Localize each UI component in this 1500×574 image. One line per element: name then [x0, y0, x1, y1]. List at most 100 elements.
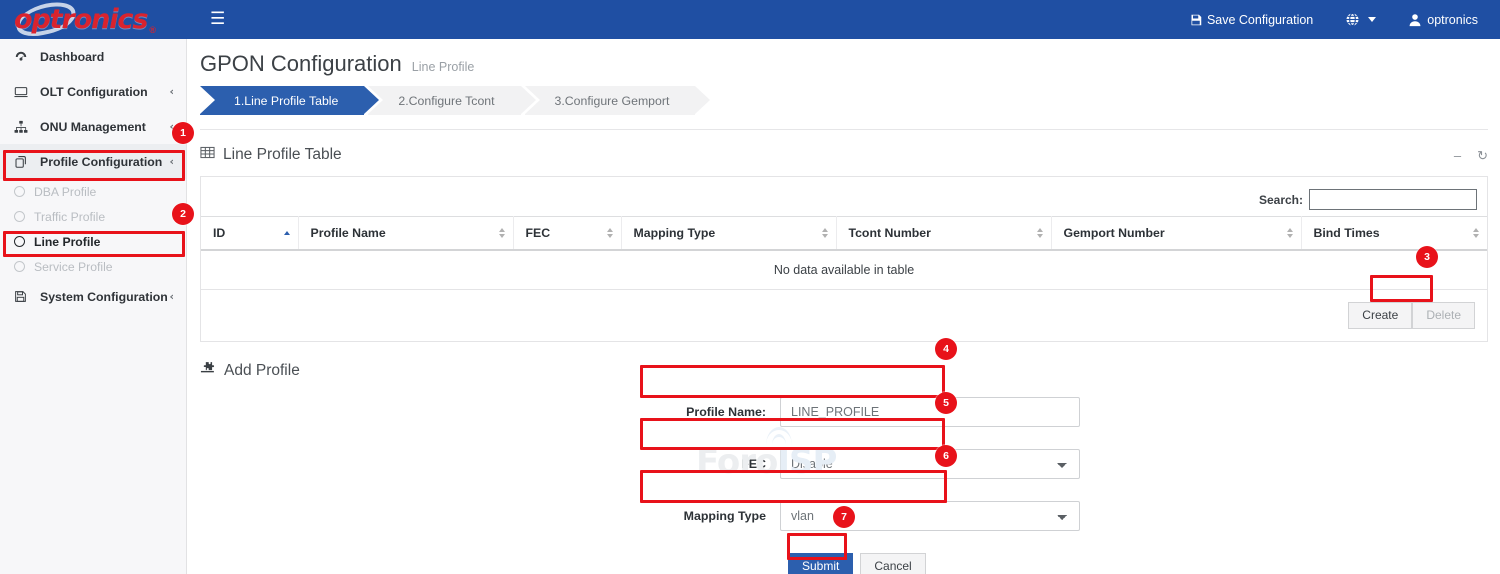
sidebar-item-service-profile[interactable]: Service Profile [0, 254, 186, 279]
sort-icon [1287, 228, 1293, 238]
brand-logo[interactable]: optronics ® [0, 0, 187, 39]
step-label: 3.Configure Gemport [555, 94, 670, 108]
step-line-profile-table[interactable]: 1.Line Profile Table [200, 86, 364, 115]
globe-icon [1345, 12, 1360, 27]
fec-select[interactable]: Disable [780, 449, 1080, 479]
submit-button[interactable]: Submit [788, 553, 853, 574]
annotation-badge-3: 3 [1416, 246, 1438, 268]
monitor-icon [14, 85, 32, 99]
sidebar-item-label: System Configuration [40, 290, 168, 304]
user-icon [1408, 13, 1422, 27]
panel-tools: – ↻ [1454, 149, 1488, 162]
chevron-down-icon [1368, 17, 1376, 22]
search-label: Search: [1259, 193, 1303, 207]
table-icon [200, 145, 215, 165]
create-button[interactable]: Create [1348, 302, 1412, 329]
column-label: Gemport Number [1064, 226, 1165, 240]
language-selector[interactable] [1329, 0, 1392, 39]
cancel-button[interactable]: Cancel [860, 553, 925, 574]
chevron-left-icon: ‹ [169, 290, 174, 303]
line-profile-table-card: ForoISP Search: ID [200, 176, 1488, 342]
refresh-icon[interactable]: ↻ [1477, 149, 1488, 162]
annotation-badge-7: 7 [833, 506, 855, 528]
sidebar-item-dba-profile[interactable]: DBA Profile [0, 179, 186, 204]
table-body: No data available in table [201, 250, 1487, 290]
sidebar-item-onu-management[interactable]: ONU Management ‹ [0, 109, 186, 144]
column-header-id[interactable]: ID [201, 217, 298, 251]
circle-icon [14, 261, 25, 272]
hamburger-icon[interactable]: ☰ [204, 7, 231, 32]
page-subtitle: Line Profile [412, 60, 475, 74]
profile-name-input[interactable] [780, 397, 1080, 427]
column-header-bind-times[interactable]: Bind Times [1301, 217, 1487, 251]
logo-text: optronics [14, 6, 147, 33]
table-header: ID Profile Name FEC [201, 217, 1487, 251]
column-header-mapping-type[interactable]: Mapping Type [621, 217, 836, 251]
sidebar: Dashboard OLT Configuration ‹ [0, 39, 187, 574]
registered-mark-icon: ® [149, 25, 156, 35]
save-configuration-button[interactable]: Save Configuration [1174, 0, 1329, 39]
form-row-profile-name: Profile Name: [188, 397, 1500, 427]
chevron-left-icon: ‹ [169, 155, 174, 168]
sidebar-item-system-configuration[interactable]: System Configuration ‹ [0, 279, 186, 314]
save-configuration-label: Save Configuration [1207, 13, 1313, 27]
column-label: Mapping Type [634, 226, 716, 240]
empty-message: No data available in table [201, 250, 1487, 290]
column-header-profile-name[interactable]: Profile Name [298, 217, 513, 251]
table-panel-title-group: Line Profile Table [200, 145, 342, 165]
step-label: 1.Line Profile Table [234, 94, 338, 108]
search-input[interactable] [1309, 189, 1477, 210]
sidebar-item-traffic-profile[interactable]: Traffic Profile [0, 204, 186, 229]
fec-label: FEC [188, 457, 780, 471]
step-configure-tcont[interactable]: 2.Configure Tcont [368, 86, 520, 115]
mapping-type-label: Mapping Type [188, 509, 780, 523]
mapping-type-select[interactable]: vlan [780, 501, 1080, 531]
fec-control: Disable [780, 449, 1080, 479]
app-root: optronics ® ☰ Save Configuration [0, 0, 1500, 574]
sort-icon [822, 228, 828, 238]
sidebar-item-profile-configuration[interactable]: Profile Configuration ‹ [0, 144, 186, 179]
delete-button[interactable]: Delete [1412, 302, 1475, 329]
sidebar-item-dashboard[interactable]: Dashboard [0, 39, 186, 74]
circle-icon [14, 236, 25, 247]
column-label: ID [213, 226, 225, 240]
column-header-gemport-number[interactable]: Gemport Number [1051, 217, 1301, 251]
profile-name-label: Profile Name: [188, 405, 780, 419]
column-label: Tcont Number [849, 226, 931, 240]
table-panel-title: Line Profile Table [223, 146, 342, 164]
circle-icon [14, 186, 25, 197]
wizard-stepper: 1.Line Profile Table 2.Configure Tcont 3… [200, 86, 1500, 115]
annotation-badge-6: 6 [935, 445, 957, 467]
sidebar-item-label: Profile Configuration [40, 155, 162, 169]
table-actions: Create Delete [201, 290, 1487, 341]
add-profile-header: Add Profile [200, 361, 1500, 381]
add-profile-title: Add Profile [224, 362, 300, 380]
sidebar-item-olt-configuration[interactable]: OLT Configuration ‹ [0, 74, 186, 109]
form-row-fec: FEC Disable [188, 449, 1500, 479]
user-menu[interactable]: optronics [1392, 0, 1500, 39]
minus-icon[interactable]: – [1454, 149, 1461, 162]
table-empty-row: No data available in table [201, 250, 1487, 290]
topbar-right-group: Save Configuration [1174, 0, 1500, 39]
page-header: GPON Configuration Line Profile [188, 39, 1500, 77]
sort-icon [1473, 228, 1479, 238]
dashboard-icon [14, 50, 32, 64]
step-configure-gemport[interactable]: 3.Configure Gemport [525, 86, 696, 115]
column-header-fec[interactable]: FEC [513, 217, 621, 251]
step-label: 2.Configure Tcont [398, 94, 494, 108]
column-label: FEC [526, 226, 551, 240]
column-header-tcont-number[interactable]: Tcont Number [836, 217, 1051, 251]
column-label: Bind Times [1314, 226, 1380, 240]
divider [200, 129, 1488, 130]
sidebar-subitem-label: Traffic Profile [34, 210, 105, 224]
sort-icon [499, 228, 505, 238]
page-title: GPON Configuration [200, 51, 402, 77]
copy-icon [14, 155, 32, 169]
circle-icon [14, 211, 25, 222]
sidebar-item-line-profile[interactable]: Line Profile [0, 229, 186, 254]
username-label: optronics [1427, 13, 1478, 27]
sidebar-subitem-label: DBA Profile [34, 185, 96, 199]
sitemap-icon [14, 120, 32, 134]
sort-icon [607, 228, 613, 238]
puzzle-icon [200, 361, 215, 381]
